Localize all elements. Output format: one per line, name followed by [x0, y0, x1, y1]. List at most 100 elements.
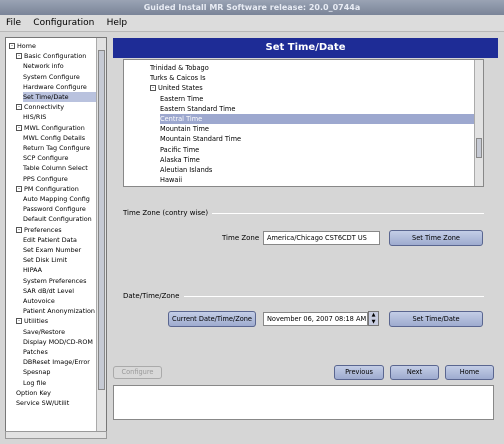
- set-time-zone-button[interactable]: Set Time Zone: [389, 230, 483, 246]
- tree-item[interactable]: - Home: [9, 41, 106, 51]
- tree-item[interactable]: Password Configure: [23, 204, 106, 214]
- next-button[interactable]: Next: [390, 365, 439, 380]
- spinner-up-icon[interactable]: ▲: [369, 312, 378, 319]
- tree-item[interactable]: Set Time/Date: [23, 92, 106, 102]
- tree-label: Home: [17, 42, 36, 50]
- tree-item[interactable]: Default Configuration: [23, 214, 106, 224]
- tree-item[interactable]: System Preferences: [23, 276, 106, 286]
- timezone-item[interactable]: Eastern Standard Time: [160, 104, 483, 114]
- tree-label: System Preferences: [23, 276, 87, 285]
- tree-item[interactable]: - MWL Configuration: [16, 123, 106, 133]
- tree-label: Save/Restore: [23, 327, 66, 336]
- tree-item[interactable]: - Basic Configuration: [16, 51, 106, 61]
- collapse-icon[interactable]: -: [16, 53, 22, 60]
- tree-item[interactable]: Service SW/Utilit: [16, 398, 106, 408]
- tree-item[interactable]: Save/Restore: [23, 327, 106, 337]
- menu-file[interactable]: File: [6, 15, 21, 32]
- tree-label: Utilities: [24, 317, 49, 326]
- tree-item[interactable]: Edit Patient Data: [23, 235, 106, 245]
- timezone-field[interactable]: America/Chicago CST6CDT US: [263, 231, 380, 245]
- timezone-item[interactable]: Eastern Time: [160, 94, 483, 104]
- timezone-list[interactable]: Trinidad & Tobago Turks & Caicos Is - Unite…: [123, 59, 484, 187]
- configure-button[interactable]: Configure: [113, 366, 162, 379]
- timezone-label: Eastern Time: [160, 94, 204, 103]
- current-date-time-zone-button[interactable]: Current Date/Time/Zone: [168, 311, 256, 327]
- timezone-list-scroll-thumb[interactable]: [476, 138, 482, 158]
- tree-item[interactable]: HIS/RIS: [23, 112, 106, 122]
- tree-item[interactable]: Set Exam Number: [23, 245, 106, 255]
- timezone-item[interactable]: Turks & Caicos Is: [150, 73, 483, 83]
- set-time-date-button[interactable]: Set Time/Date: [389, 311, 483, 327]
- tree-item[interactable]: Log file: [23, 378, 106, 388]
- tree-item[interactable]: SCP Configure: [23, 153, 106, 163]
- tree-item[interactable]: Hardware Configure: [23, 82, 106, 92]
- tree-item[interactable]: Option Key: [16, 388, 106, 398]
- timezone-label: Turks & Caicos Is: [150, 74, 206, 83]
- collapse-icon[interactable]: -: [16, 318, 22, 325]
- tree-item[interactable]: Set Disk Limit: [23, 255, 106, 265]
- timezone-item[interactable]: - United States: [150, 83, 483, 93]
- timezone-label: Pacific Time: [160, 145, 200, 154]
- tree-label: Log file: [23, 378, 47, 387]
- tree-item[interactable]: HIPAA: [23, 265, 106, 275]
- tree-label: Patches: [23, 348, 48, 356]
- tree-item[interactable]: SAR dB/dt Level: [23, 286, 106, 296]
- spinner-down-icon[interactable]: ▼: [369, 319, 378, 326]
- tree-item[interactable]: Auto Mapping Config: [23, 194, 106, 204]
- tree-item[interactable]: DBReset Image/Error: [23, 357, 106, 367]
- timezone-item[interactable]: Central Time: [160, 114, 483, 124]
- tree-item[interactable]: PPS Configure: [23, 174, 106, 184]
- tree-label: Connectivity: [24, 103, 65, 112]
- tree-label: MWL Configuration: [24, 123, 85, 132]
- menu-configuration[interactable]: Configuration: [33, 15, 94, 32]
- tree-label: Hardware Configure: [23, 82, 87, 91]
- tree-label: Spesnap: [23, 368, 51, 377]
- collapse-icon[interactable]: -: [150, 85, 156, 92]
- timezone-item[interactable]: Pacific Time: [160, 145, 483, 155]
- menu-help[interactable]: Help: [107, 15, 128, 32]
- tree-label: Display MOD/CD-ROM: [23, 337, 93, 346]
- timezone-item[interactable]: Trinidad & Tobago: [150, 63, 483, 73]
- tree-item[interactable]: Patient Anonymization: [23, 306, 106, 316]
- menu-bar: File Configuration Help: [0, 15, 504, 32]
- tree-item[interactable]: Network info: [23, 61, 106, 71]
- collapse-icon[interactable]: -: [16, 104, 22, 111]
- tree-item[interactable]: Patches: [23, 347, 106, 357]
- tree-label: SCP Configure: [23, 154, 69, 163]
- timezone-label: Time Zone: [222, 234, 260, 242]
- date-time-spinner[interactable]: ▲ ▼: [368, 311, 379, 326]
- timezone-item[interactable]: Mountain Standard Time: [160, 134, 483, 144]
- tree-label: Table Column Select: [23, 164, 88, 173]
- tree-item[interactable]: - Connectivity: [16, 102, 106, 112]
- tree-label: PPS Configure: [23, 174, 68, 183]
- timezone-list-scrollbar[interactable]: [474, 60, 483, 186]
- timezone-label: Aleutian Islands: [160, 166, 213, 174]
- date-time-field[interactable]: November 06, 2007 08:18 AM (: [263, 312, 368, 326]
- collapse-icon[interactable]: -: [16, 185, 22, 192]
- timezone-item[interactable]: Aleutian Islands: [160, 165, 483, 175]
- collapse-icon[interactable]: -: [9, 43, 15, 49]
- tree-item[interactable]: Return Tag Configure: [23, 143, 106, 153]
- home-button[interactable]: Home: [445, 365, 494, 380]
- tree-scroll-thumb[interactable]: [98, 50, 105, 390]
- tree-scrollbar[interactable]: [96, 38, 106, 434]
- tree-item[interactable]: - Preferences: [16, 225, 106, 235]
- timezone-item[interactable]: Hawaii: [160, 175, 483, 185]
- tree-item[interactable]: Display MOD/CD-ROM: [23, 337, 106, 347]
- timezone-item[interactable]: Alaska Time: [160, 155, 483, 165]
- tree-label: Patient Anonymization: [23, 307, 95, 316]
- tree-item[interactable]: MWL Config Details: [23, 133, 106, 143]
- tree-label: System Configure: [23, 72, 80, 81]
- tree-item[interactable]: - Utilities: [16, 316, 106, 326]
- tree-item[interactable]: Autovoice: [23, 296, 106, 306]
- timezone-item[interactable]: Mountain Time: [160, 124, 483, 134]
- previous-button[interactable]: Previous: [334, 365, 384, 380]
- tree-label: Network info: [23, 62, 64, 71]
- tree-item[interactable]: - PM Configuration: [16, 184, 106, 194]
- tree-item[interactable]: Table Column Select: [23, 163, 106, 173]
- tree-item[interactable]: Spesnap: [23, 367, 106, 377]
- tree-item[interactable]: System Configure: [23, 72, 106, 82]
- collapse-icon[interactable]: -: [16, 226, 22, 233]
- tree-horizontal-scrollbar[interactable]: [5, 431, 107, 439]
- collapse-icon[interactable]: -: [16, 124, 22, 131]
